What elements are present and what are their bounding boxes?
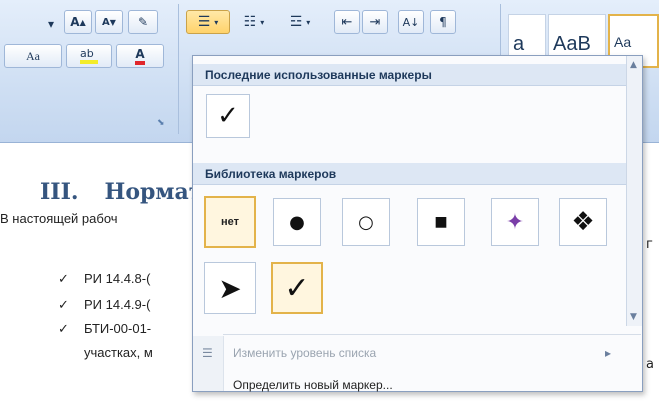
shrink-font-icon: A xyxy=(102,16,110,28)
chevron-down-icon: ▾ xyxy=(47,17,55,31)
sort-button[interactable]: A↓ xyxy=(398,10,424,34)
chevron-down-icon: ▾ xyxy=(260,17,265,27)
body-paragraph: В настоящей рабоч xyxy=(0,211,118,226)
filled-circle-icon: ● xyxy=(289,211,305,233)
highlighter-icon: ab xyxy=(80,48,98,64)
heading-text: Нормат xyxy=(104,179,203,205)
multilevel-list-button[interactable]: ☲ ▾ xyxy=(278,10,322,34)
numbered-list-icon: ☷ xyxy=(243,14,257,30)
increase-indent-button[interactable]: ⇥ xyxy=(362,10,388,34)
bullet-filled-square[interactable]: ■ xyxy=(417,198,465,246)
font-color-button[interactable]: A xyxy=(116,44,164,68)
checkmark-icon: ✓ xyxy=(58,271,69,286)
sort-icon: A↓ xyxy=(402,15,420,29)
checkmark-icon: ✓ xyxy=(58,321,69,336)
show-formatting-button[interactable]: ¶ xyxy=(430,10,456,34)
clear-formatting-button[interactable]: ✎ xyxy=(128,10,158,34)
style-preview-label: AaB xyxy=(553,33,591,55)
recent-bullets-header: Последние использованные маркеры xyxy=(193,64,626,86)
list-item: ✓ РИ 14.4.9-( xyxy=(58,297,150,313)
list-item-text: БТИ-00-01- xyxy=(84,321,152,336)
checkmark-icon: ✓ xyxy=(58,297,69,312)
multilevel-list-icon: ☲ xyxy=(289,14,303,30)
bullet-arrowhead[interactable]: ➤ xyxy=(204,262,256,314)
section-heading: III. Нормат xyxy=(40,179,202,205)
eraser-icon: ✎ xyxy=(137,15,149,29)
list-item: ✓ БТИ-00-01- xyxy=(58,321,151,337)
pilcrow-icon: ¶ xyxy=(439,15,447,29)
define-new-bullet-menu-item[interactable]: Определить новый маркер... xyxy=(193,378,642,402)
list-level-icon: ☰ xyxy=(202,346,213,360)
numbering-button[interactable]: ☷ ▾ xyxy=(234,10,274,34)
arrowhead-icon: ➤ xyxy=(218,271,242,305)
clipped-text-fragment: а xyxy=(646,357,654,372)
checkmark-icon: ✓ xyxy=(217,101,239,131)
bullet-colored-star[interactable]: ✦ xyxy=(491,198,539,246)
bullet-four-diamonds[interactable]: ❖ xyxy=(559,198,607,246)
chevron-down-icon: ▾ xyxy=(306,17,311,27)
filled-square-icon: ■ xyxy=(434,214,448,230)
clipped-text-fragment: г xyxy=(646,237,653,252)
scroll-down-icon[interactable]: ▼ xyxy=(630,312,637,322)
change-list-level-label: Изменить уровень списка xyxy=(233,346,377,360)
decrease-indent-button[interactable]: ⇤ xyxy=(334,10,360,34)
bullet-checkmark[interactable]: ✓ xyxy=(271,262,323,314)
bullet-library-dropdown: Последние использованные маркеры ✓ Библи… xyxy=(192,55,643,392)
style-preview-label: Aa xyxy=(614,34,632,50)
colored-star-icon: ✦ xyxy=(505,209,525,235)
bullet-library-header: Библиотека маркеров xyxy=(193,163,626,185)
font-color-icon: A xyxy=(135,47,145,65)
increase-indent-icon: ⇥ xyxy=(369,14,381,30)
dropdown-scrollbar[interactable]: ▲ ▼ xyxy=(626,56,642,326)
bullet-filled-circle[interactable]: ● xyxy=(273,198,321,246)
hollow-circle-icon: ○ xyxy=(358,211,374,233)
checkmark-icon: ✓ xyxy=(284,270,310,306)
list-item-continuation: участках, м xyxy=(84,345,153,360)
bullet-hollow-circle[interactable]: ○ xyxy=(342,198,390,246)
none-label: нет xyxy=(220,216,239,228)
bullet-list-icon: ☰ xyxy=(197,14,211,30)
menu-separator xyxy=(223,334,641,335)
list-item-text: РИ 14.4.9-( xyxy=(84,297,151,312)
grow-font-icon: A xyxy=(70,15,80,29)
submenu-arrow-icon: ▸ xyxy=(605,346,612,360)
heading-number: III. xyxy=(40,179,79,205)
grow-font-button[interactable]: A ▲ xyxy=(64,10,92,34)
font-size-dropdown[interactable]: ▾ xyxy=(40,12,62,36)
scroll-up-icon[interactable]: ▲ xyxy=(630,60,637,70)
shrink-font-button[interactable]: A ▼ xyxy=(95,10,123,34)
highlight-color-button[interactable]: ab xyxy=(66,44,112,68)
decrease-indent-icon: ⇤ xyxy=(341,14,353,30)
four-diamonds-icon: ❖ xyxy=(571,207,595,237)
style-preview-label: a xyxy=(513,33,525,55)
change-case-button[interactable]: Aa xyxy=(4,44,62,68)
change-list-level-menu-item[interactable]: ☰ Изменить уровень списка ▸ xyxy=(193,346,642,370)
list-item-text: РИ 14.4.8-( xyxy=(84,271,151,286)
change-case-icon: Aa xyxy=(26,48,40,63)
bullet-none[interactable]: нет xyxy=(204,196,256,248)
list-item: ✓ РИ 14.4.8-( xyxy=(58,271,150,287)
recent-bullet-checkmark[interactable]: ✓ xyxy=(206,94,250,138)
bullets-button[interactable]: ☰ ▾ xyxy=(186,10,230,34)
chevron-down-icon: ▾ xyxy=(214,17,219,27)
dialog-launcher-icon[interactable]: ⬊ xyxy=(157,118,167,128)
group-separator xyxy=(178,4,179,134)
